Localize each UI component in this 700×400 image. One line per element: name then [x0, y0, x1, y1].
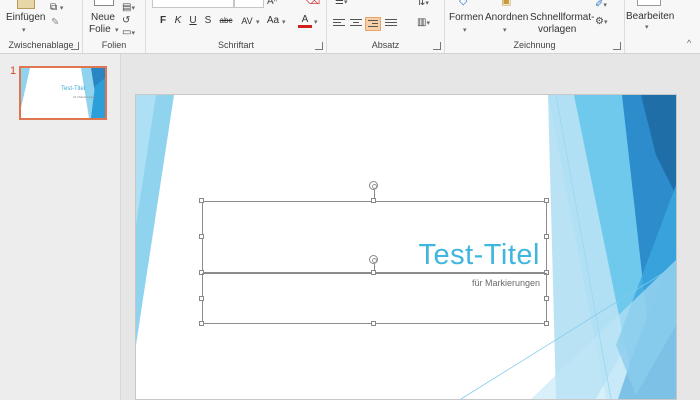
ribbon: Einfügen ▾ ⧉ ▾ ✎ Zwischenablage Neue Fol…	[0, 0, 700, 54]
arrange-icon: ▣	[501, 0, 512, 7]
new-slide-dropdown-icon: ▾	[115, 27, 119, 34]
drawing-group: ◇ Formen ▾ ▣ Anordnen ▾ Schnellformat- v…	[445, 0, 625, 53]
paragraph-dialog-launcher-icon[interactable]	[433, 42, 441, 50]
thumbnail-background-graphic	[21, 68, 105, 118]
paragraph-group: ☰▾ ⇅▾ ▥▾ Absatz	[327, 0, 445, 53]
slides-group: Neue Folie ▾ ▤▾ ↺ ▭▾ Folien	[83, 0, 146, 53]
collapse-ribbon-icon[interactable]: ^	[687, 38, 691, 48]
layout-icon[interactable]: ▤▾	[122, 2, 135, 13]
paragraph-group-label: Absatz	[371, 40, 400, 50]
thumbnail-title: Test-Titel	[61, 86, 86, 92]
character-spacing-button[interactable]: AV	[239, 14, 255, 28]
editing-button[interactable]: Bearbeiten ▾	[625, 8, 675, 31]
font-group-label: Schriftart	[217, 40, 254, 50]
paste-button[interactable]: Einfügen ▾	[6, 8, 46, 34]
shapes-icon: ◇	[459, 0, 468, 7]
quick-styles-button[interactable]: Schnellformat- vorlagen	[528, 0, 595, 38]
slide-title[interactable]: Test-Titel	[418, 239, 540, 272]
new-slide-label-line2: Folie	[89, 24, 111, 35]
subtitle-handle-bl[interactable]	[199, 321, 204, 326]
reset-icon[interactable]: ↺	[122, 15, 130, 26]
font-color-dropdown-icon[interactable]: ▾	[314, 18, 318, 26]
font-color-button[interactable]: A	[298, 14, 312, 28]
clipboard-group-label: Zwischenablage	[8, 40, 74, 50]
editing-group: Bearbeiten ▾ ^	[625, 0, 700, 53]
slides-group-label: Folien	[101, 40, 127, 50]
title-handle-tr[interactable]	[544, 198, 549, 203]
bullets-icon[interactable]: ☰▾	[335, 0, 347, 7]
align-right-button[interactable]	[365, 17, 381, 31]
copy-icon[interactable]: ⧉ ▾	[50, 2, 63, 13]
title-rotate-handle-icon[interactable]	[369, 181, 378, 190]
paste-dropdown-icon: ▾	[22, 27, 26, 34]
underline-button[interactable]: U	[186, 14, 200, 28]
section-icon[interactable]: ▭▾	[122, 27, 135, 38]
shape-outline-icon[interactable]: ⚙▾	[595, 16, 607, 27]
drawing-dialog-launcher-icon[interactable]	[613, 42, 621, 50]
change-case-button[interactable]: Aa	[265, 14, 281, 28]
change-case-dropdown-icon[interactable]: ▾	[282, 18, 286, 26]
arrange-label: Anordnen	[485, 12, 529, 23]
arrange-button[interactable]: ▣ Anordnen ▾	[485, 0, 529, 38]
title-handle-tm[interactable]	[371, 198, 376, 203]
slide-thumbnail-pane: 1 Test-Titel für Markierungen	[0, 54, 121, 400]
bold-button[interactable]: F	[156, 14, 170, 28]
strikethrough-button[interactable]: abc	[215, 14, 237, 28]
subtitle-handle-ml[interactable]	[199, 296, 204, 301]
shapes-label: Formen	[449, 12, 484, 23]
title-handle-tl[interactable]	[199, 198, 204, 203]
subtitle-placeholder[interactable]: für Markierungen	[202, 273, 547, 324]
editing-dropdown-icon: ▾	[645, 24, 649, 31]
character-spacing-dropdown-icon[interactable]: ▾	[256, 18, 260, 26]
thumbnail-subtitle: für Markierungen	[73, 95, 96, 99]
clipboard-group: Einfügen ▾ ⧉ ▾ ✎ Zwischenablage	[0, 0, 83, 53]
editing-label: Bearbeiten	[626, 11, 675, 22]
font-size-field[interactable]	[234, 0, 264, 8]
text-direction-icon[interactable]: ⇅▾	[417, 0, 429, 8]
arrange-dropdown-icon: ▾	[503, 27, 507, 34]
subtitle-handle-mr[interactable]	[544, 296, 549, 301]
slide-number: 1	[10, 65, 17, 77]
shape-fill-icon[interactable]: ✐▾	[595, 0, 607, 10]
columns-icon[interactable]: ▥▾	[417, 17, 430, 28]
shapes-dropdown-icon: ▾	[463, 27, 467, 34]
clipboard-dialog-launcher-icon[interactable]	[71, 42, 79, 50]
slide-editing-area: Test-Titel für Markierungen	[121, 54, 700, 400]
drawing-group-label: Zeichnung	[513, 40, 556, 50]
title-handle-ml[interactable]	[199, 234, 204, 239]
subtitle-handle-bm[interactable]	[371, 321, 376, 326]
shapes-button[interactable]: ◇ Formen ▾	[447, 0, 485, 38]
new-slide-button[interactable]: Neue Folie ▾	[87, 0, 121, 38]
font-name-field[interactable]	[152, 0, 234, 8]
shadow-button[interactable]: S	[201, 14, 215, 28]
paste-button-label: Einfügen	[6, 12, 46, 23]
slide[interactable]: Test-Titel für Markierungen	[135, 94, 677, 400]
new-slide-icon	[94, 0, 114, 6]
quick-styles-label-line2: vorlagen	[538, 24, 577, 35]
italic-button[interactable]: K	[171, 14, 185, 28]
justify-button[interactable]	[383, 17, 399, 31]
subtitle-handle-tm[interactable]	[371, 270, 376, 275]
format-painter-icon[interactable]: ✎	[51, 17, 59, 28]
font-dialog-launcher-icon[interactable]	[315, 42, 323, 50]
quick-styles-label-line1: Schnellformat-	[530, 12, 595, 23]
font-group: A^ ⌫ F K U S abc AV ▾ Aa ▾ A ▾ Schriftar…	[146, 0, 327, 53]
grow-font-icon[interactable]: A^	[267, 0, 277, 7]
align-left-button[interactable]	[331, 17, 347, 31]
slide-thumbnail[interactable]: Test-Titel für Markierungen	[19, 66, 107, 120]
subtitle-rotate-handle-icon[interactable]	[369, 255, 378, 264]
subtitle-handle-br[interactable]	[544, 321, 549, 326]
clear-format-icon[interactable]: ⌫	[306, 0, 320, 7]
align-center-button[interactable]	[348, 17, 364, 31]
slide-subtitle[interactable]: für Markierungen	[472, 278, 540, 288]
title-handle-mr[interactable]	[544, 234, 549, 239]
editing-icon	[637, 0, 661, 6]
new-slide-label-line1: Neue	[91, 12, 115, 23]
